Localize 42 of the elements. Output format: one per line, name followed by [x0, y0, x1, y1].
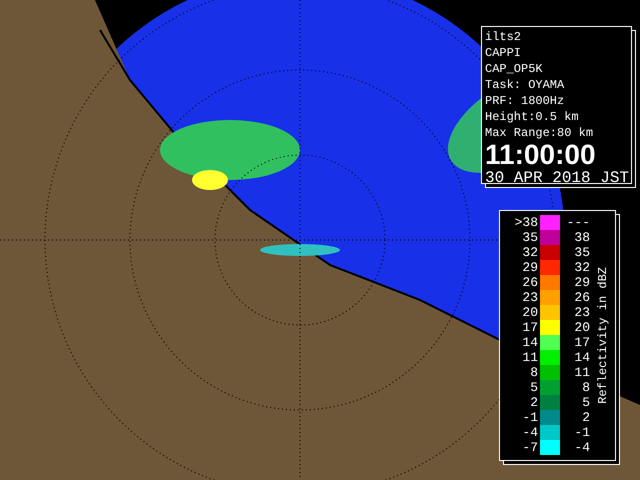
range-label: -7 [521, 440, 538, 455]
range-label: 11 [573, 365, 591, 380]
range-label: 26 [573, 290, 591, 305]
info-line: Height:0.5 km [485, 109, 580, 125]
range-label: 38 [573, 230, 591, 245]
range-label: 32 [521, 245, 538, 260]
range-label: 14 [521, 335, 538, 350]
range-label: --- [566, 215, 591, 230]
range-label: 23 [573, 305, 591, 320]
range-label: 23 [521, 290, 538, 305]
info-line: Task: OYAMA [485, 77, 566, 93]
range-label: 29 [521, 260, 538, 275]
range-label: 8 [581, 380, 591, 395]
info-line: PRF: 1800Hz [485, 93, 566, 109]
range-label: 20 [573, 320, 591, 335]
range-label: 8 [529, 365, 538, 380]
range-label: 20 [521, 305, 538, 320]
range-label: -1 [521, 410, 538, 425]
range-label: 35 [521, 230, 538, 245]
range-label: -4 [521, 425, 538, 440]
range-label: 5 [529, 380, 538, 395]
range-label: 2 [581, 410, 591, 425]
range-label: 5 [581, 395, 591, 410]
legend-title: Reflectivity in dBZ [596, 267, 610, 404]
range-label: >38 [514, 215, 538, 230]
info-line: CAPPI [485, 45, 522, 61]
range-label: -4 [573, 440, 591, 455]
range-label: -1 [573, 425, 591, 440]
range-label: 14 [573, 350, 591, 365]
range-label: 17 [521, 320, 538, 335]
date-label: 30 APR 2018 JST [485, 169, 628, 187]
range-label: 17 [573, 335, 591, 350]
range-label: 35 [573, 245, 591, 260]
info-line: CAP_OP5K [485, 61, 544, 77]
range-label: 11 [521, 350, 538, 365]
range-label: 29 [573, 275, 591, 290]
time-label: 11:00:00 [485, 141, 597, 169]
range-label: 32 [573, 260, 591, 275]
range-label: 2 [529, 395, 538, 410]
info-line: Max Range:80 km [485, 125, 594, 141]
info-line: ilts2 [485, 29, 522, 45]
range-label: 26 [521, 275, 538, 290]
